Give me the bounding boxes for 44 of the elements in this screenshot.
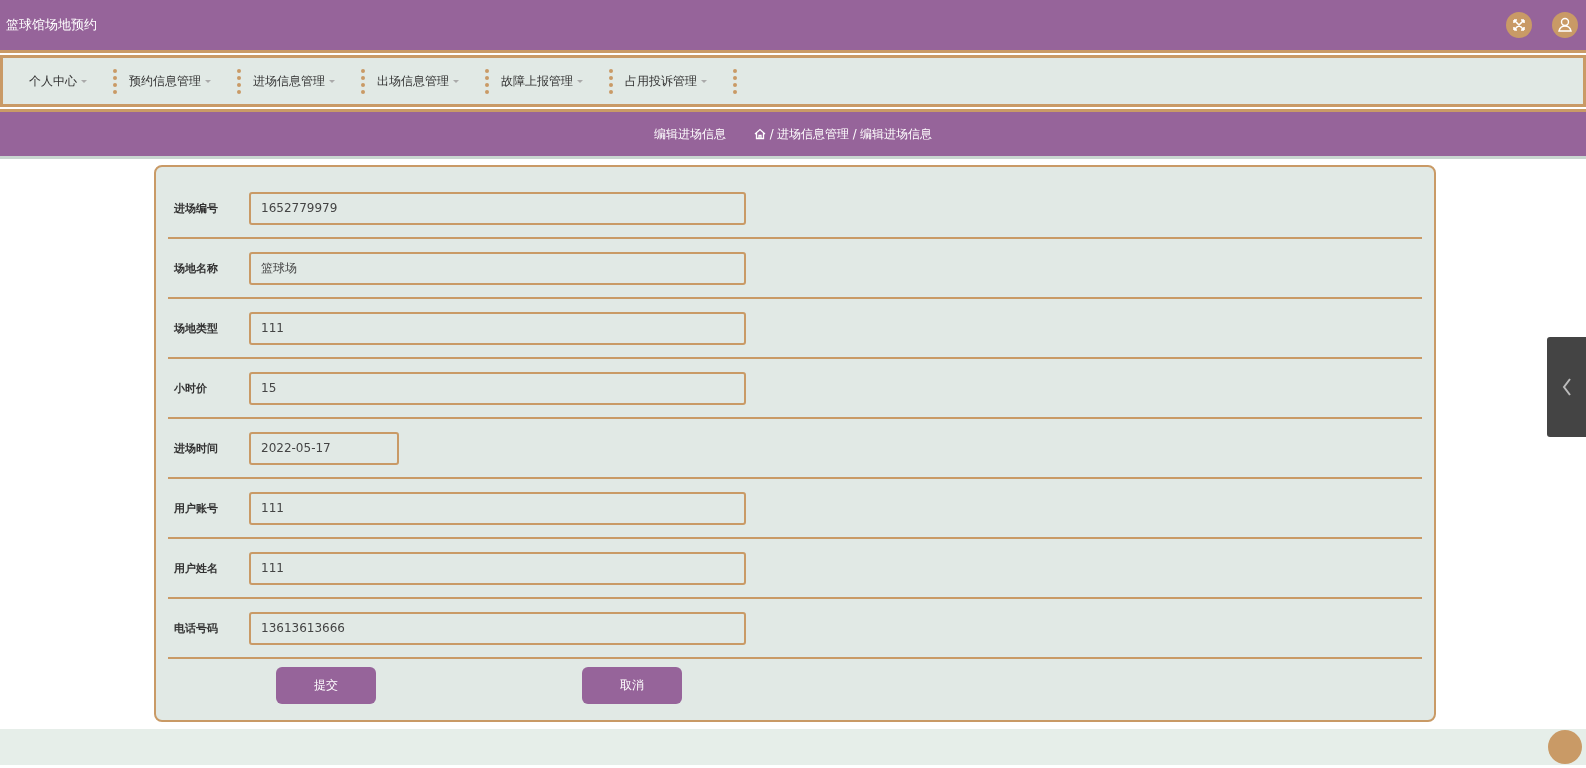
- field-label: 场地名称: [174, 260, 219, 276]
- input-field[interactable]: 111: [249, 491, 746, 525]
- caret-icon: [205, 79, 211, 83]
- input-field[interactable]: 13613613666: [249, 611, 746, 645]
- dotted-separator: [733, 68, 737, 94]
- fullscreen-icon[interactable]: [1506, 12, 1532, 38]
- field-label: 场地类型: [174, 320, 219, 336]
- dotted-separator: [485, 68, 489, 94]
- field-label: 小时价: [174, 380, 208, 396]
- nav-menu-item[interactable]: 占用投诉管理: [625, 73, 713, 89]
- caret-icon: [81, 79, 87, 83]
- dotted-separator: [113, 68, 117, 94]
- caret-icon: [329, 79, 335, 83]
- input-field[interactable]: 1652779979: [249, 191, 746, 225]
- field-label: 电话号码: [174, 620, 219, 636]
- home-icon[interactable]: [753, 128, 766, 140]
- input-field[interactable]: 111: [249, 311, 746, 345]
- breadcrumb-path[interactable]: / 进场信息管理 / 编辑进场信息: [769, 126, 933, 142]
- nav-menu-item[interactable]: 进场信息管理: [253, 73, 341, 89]
- caret-icon: [577, 79, 583, 83]
- submit-button[interactable]: 提交: [276, 667, 376, 704]
- date-field[interactable]: 2022-05-17: [249, 431, 399, 465]
- input-field[interactable]: 111: [249, 551, 746, 585]
- dotted-separator: [609, 68, 613, 94]
- input-field[interactable]: 篮球场: [249, 251, 746, 285]
- field-label: 用户姓名: [174, 560, 219, 576]
- field-label: 进场时间: [174, 440, 219, 456]
- nav-menu-item[interactable]: 预约信息管理: [129, 73, 217, 89]
- chevron-left-icon: [1561, 378, 1572, 396]
- dotted-separator: [237, 68, 241, 94]
- nav-menu-item[interactable]: 个人中心: [29, 73, 93, 89]
- caret-icon: [701, 79, 707, 83]
- page-title: 编辑进场信息: [653, 126, 726, 142]
- field-label: 用户账号: [174, 500, 219, 516]
- nav-menu-item[interactable]: 故障上报管理: [501, 73, 589, 89]
- caret-icon: [453, 79, 459, 83]
- site-title: 篮球馆场地预约: [6, 16, 97, 34]
- cancel-button[interactable]: 取消: [582, 667, 682, 704]
- input-field[interactable]: 15: [249, 371, 746, 405]
- user-icon[interactable]: [1552, 12, 1578, 38]
- field-label: 进场编号: [174, 200, 219, 216]
- nav-menu-item[interactable]: 出场信息管理: [377, 73, 465, 89]
- dotted-separator: [361, 68, 365, 94]
- side-toggle-button[interactable]: [1547, 337, 1586, 437]
